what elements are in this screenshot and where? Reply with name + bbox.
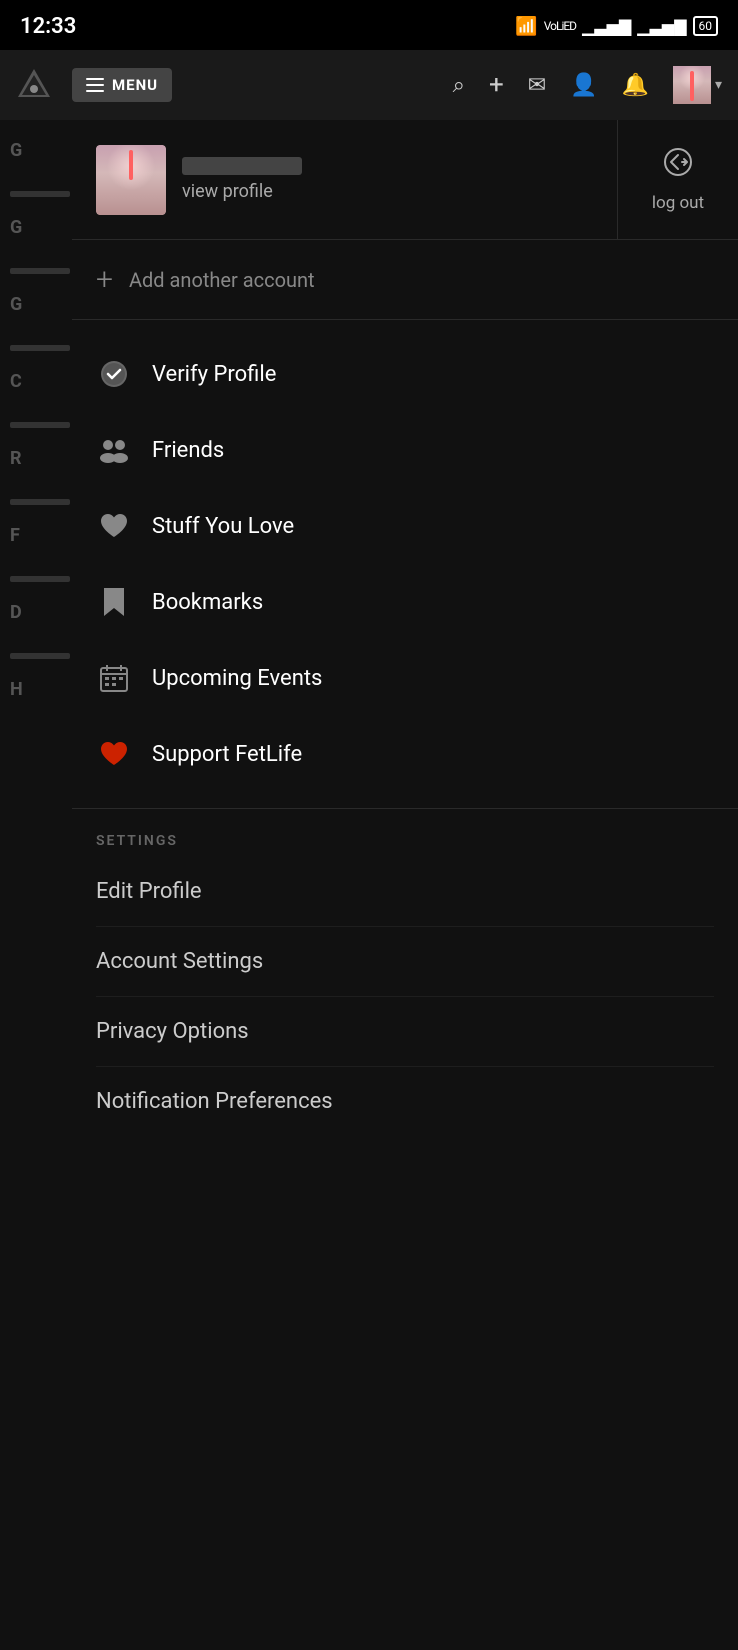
settings-section: SETTINGS Edit Profile Account Settings P… <box>72 809 738 1136</box>
verify-profile-label: Verify Profile <box>152 362 276 387</box>
menu-item-upcoming-events[interactable]: Upcoming Events <box>72 640 738 716</box>
main-content: G G G C R F D H <box>0 120 738 1650</box>
wifi-icon: 📶 <box>515 16 537 37</box>
hamburger-icon <box>86 78 104 92</box>
profile-info: view profile <box>182 157 302 202</box>
signal-bars-2-icon: ▁▃▅▇ <box>637 17 686 36</box>
avatar-thumbnail <box>96 145 166 215</box>
bookmarks-label: Bookmarks <box>152 590 263 615</box>
avatar-image <box>673 66 711 104</box>
menu-item-verify-profile[interactable]: Verify Profile <box>72 336 738 412</box>
account-settings-label: Account Settings <box>96 949 263 974</box>
menu-item-friends[interactable]: Friends <box>72 412 738 488</box>
add-account-label: Add another account <box>129 268 315 292</box>
verify-profile-icon <box>96 356 132 392</box>
menu-item-stuff-you-love[interactable]: Stuff You Love <box>72 488 738 564</box>
menu-button[interactable]: MENU <box>72 68 172 102</box>
calendar-icon <box>96 660 132 696</box>
upcoming-events-label: Upcoming Events <box>152 666 322 691</box>
settings-header: SETTINGS <box>96 833 714 849</box>
signal-indicator: VoLiED <box>544 19 576 33</box>
avatar-drink-image <box>96 145 166 215</box>
app-logo[interactable] <box>16 67 52 103</box>
status-icons: 📶 VoLiED ▁▃▅▇ ▁▃▅▇ 60 <box>515 16 718 37</box>
dropdown-chevron-icon: ▾ <box>715 77 722 93</box>
profile-section: view profile log out <box>72 120 738 240</box>
search-icon[interactable]: ⌕ <box>453 73 465 98</box>
heart-gray-icon <box>96 508 132 544</box>
mail-icon[interactable]: ✉ <box>528 73 546 98</box>
menu-item-support-fetlife[interactable]: Support FetLife <box>72 716 738 792</box>
settings-item-account-settings[interactable]: Account Settings <box>96 927 714 997</box>
logout-icon <box>662 146 694 185</box>
bell-icon[interactable]: 🔔 <box>622 73 649 98</box>
friends-icon <box>96 432 132 468</box>
menu-item-bookmarks[interactable]: Bookmarks <box>72 564 738 640</box>
menu-label: MENU <box>112 76 158 94</box>
edit-profile-label: Edit Profile <box>96 879 202 904</box>
profile-icon[interactable]: 👤 <box>570 73 597 98</box>
logout-button[interactable]: log out <box>618 120 738 239</box>
signal-bars-icon: ▁▃▅▇ <box>582 17 631 36</box>
view-profile-label: view profile <box>182 181 302 202</box>
notification-preferences-label: Notification Preferences <box>96 1089 333 1114</box>
stuff-you-love-label: Stuff You Love <box>152 514 294 539</box>
heart-red-icon <box>96 736 132 772</box>
add-account-button[interactable]: + Add another account <box>72 240 738 320</box>
bookmark-icon <box>96 584 132 620</box>
menu-items-list: Verify Profile Friends <box>72 320 738 809</box>
logout-label: log out <box>652 193 704 213</box>
settings-item-notification-preferences[interactable]: Notification Preferences <box>96 1067 714 1136</box>
status-bar: 12:33 📶 VoLiED ▁▃▅▇ ▁▃▅▇ 60 <box>0 0 738 50</box>
profile-avatar <box>96 145 166 215</box>
settings-item-privacy-options[interactable]: Privacy Options <box>96 997 714 1067</box>
battery-icon: 60 <box>693 16 719 36</box>
friends-label: Friends <box>152 438 224 463</box>
support-fetlife-label: Support FetLife <box>152 742 302 767</box>
settings-item-edit-profile[interactable]: Edit Profile <box>96 857 714 927</box>
nav-bar: MENU ⌕ + ✉ 👤 🔔 ▾ <box>0 50 738 120</box>
view-profile-button[interactable]: view profile <box>72 120 618 239</box>
add-icon[interactable]: + <box>489 70 504 100</box>
background-left: G G G C R F D H <box>0 120 80 1650</box>
user-avatar-nav[interactable]: ▾ <box>673 66 722 104</box>
dropdown-menu: view profile log out + Add another accou… <box>72 120 738 1650</box>
privacy-options-label: Privacy Options <box>96 1019 249 1044</box>
status-time: 12:33 <box>20 14 76 39</box>
username-blurred <box>182 157 302 175</box>
add-account-icon: + <box>96 262 113 297</box>
nav-icons: ⌕ + ✉ 👤 🔔 ▾ <box>453 66 722 104</box>
